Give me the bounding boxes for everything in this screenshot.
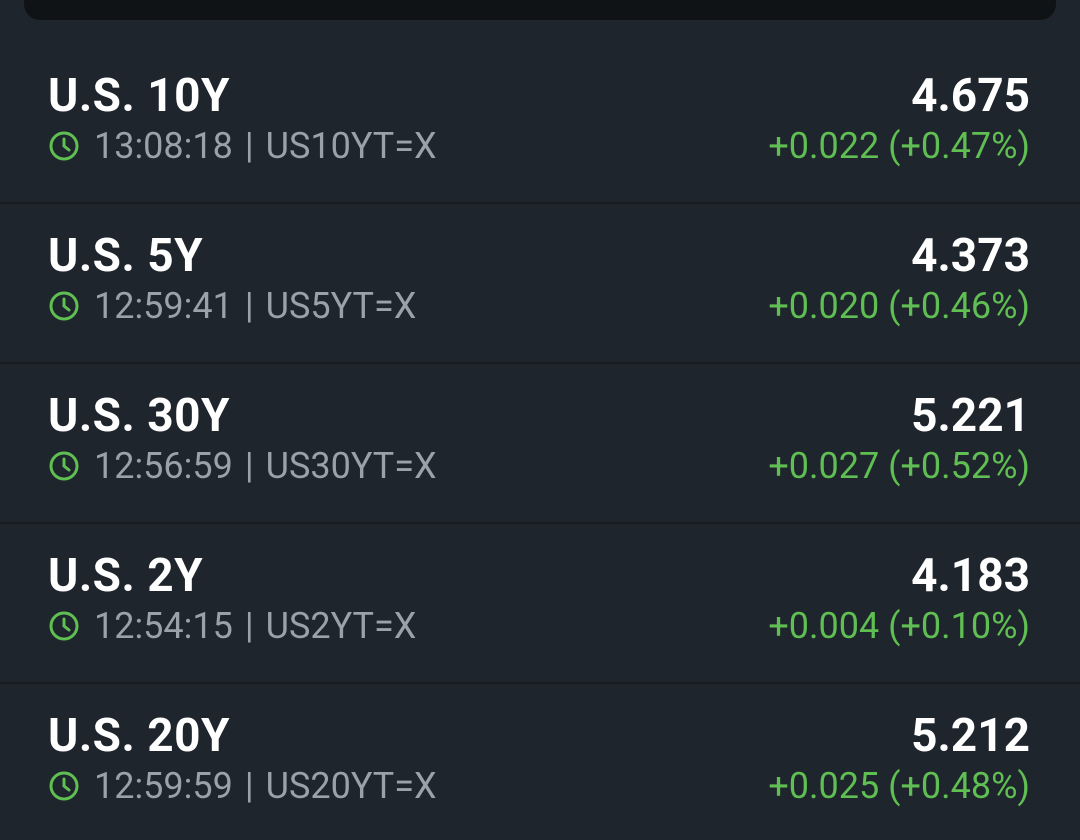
- quote-time: 12:59:59: [94, 765, 233, 807]
- quote-change: +0.020 (+0.46%): [768, 285, 1030, 327]
- quote-row[interactable]: U.S. 10Y 13:08:18 | US10YT=X 4.675 +0.02…: [0, 44, 1080, 204]
- quote-meta: 12:59:41 | US5YT=X: [48, 284, 416, 328]
- clock-icon: [49, 291, 79, 321]
- meta-separator: |: [244, 605, 254, 647]
- meta-separator: |: [244, 285, 254, 327]
- quote-name: U.S. 5Y: [48, 229, 204, 283]
- quote-row[interactable]: U.S. 30Y 12:56:59 | US30YT=X 5.221 +0.02…: [0, 364, 1080, 524]
- meta-separator: |: [244, 125, 254, 167]
- meta-separator: |: [244, 445, 254, 487]
- quote-change: +0.025 (+0.48%): [768, 765, 1030, 807]
- meta-separator: |: [244, 765, 254, 807]
- quote-time: 12:56:59: [94, 445, 233, 487]
- quote-change: +0.004 (+0.10%): [768, 605, 1030, 647]
- quote-symbol: US2YT=X: [265, 605, 417, 647]
- quote-price: 4.675: [911, 69, 1030, 123]
- clock-icon: [49, 611, 79, 641]
- quote-change: +0.027 (+0.52%): [768, 445, 1030, 487]
- clock-icon: [49, 451, 79, 481]
- quote-name: U.S. 10Y: [48, 69, 231, 123]
- clock-icon: [49, 771, 79, 801]
- header-card: [24, 0, 1056, 20]
- quote-meta: 12:56:59 | US30YT=X: [48, 444, 437, 488]
- quote-symbol: US5YT=X: [265, 285, 417, 327]
- watchlist-screen: U.S. 10Y 13:08:18 | US10YT=X 4.675 +0.02…: [0, 0, 1080, 840]
- quote-meta: 13:08:18 | US10YT=X: [48, 124, 437, 168]
- quote-symbol: US10YT=X: [265, 125, 437, 167]
- quote-time: 13:08:18: [94, 125, 233, 167]
- quote-name: U.S. 30Y: [48, 389, 231, 443]
- quote-meta: 12:59:59 | US20YT=X: [48, 764, 437, 808]
- quote-price: 4.183: [911, 549, 1030, 603]
- quote-row[interactable]: U.S. 5Y 12:59:41 | US5YT=X 4.373 +0.020 …: [0, 204, 1080, 364]
- quote-price: 4.373: [911, 229, 1030, 283]
- quote-row[interactable]: U.S. 20Y 12:59:59 | US20YT=X 5.212 +0.02…: [0, 684, 1080, 840]
- quote-price: 5.212: [911, 709, 1030, 763]
- quote-symbol: US30YT=X: [265, 445, 437, 487]
- clock-icon: [49, 131, 79, 161]
- quote-time: 12:54:15: [94, 605, 233, 647]
- quote-change: +0.022 (+0.47%): [768, 125, 1030, 167]
- quote-time: 12:59:41: [94, 285, 233, 327]
- quote-name: U.S. 20Y: [48, 709, 231, 763]
- quote-price: 5.221: [911, 389, 1030, 443]
- quote-symbol: US20YT=X: [265, 765, 437, 807]
- quote-row[interactable]: U.S. 2Y 12:54:15 | US2YT=X 4.183 +0.004 …: [0, 524, 1080, 684]
- quote-meta: 12:54:15 | US2YT=X: [48, 604, 416, 648]
- quote-name: U.S. 2Y: [48, 549, 204, 603]
- quote-list: U.S. 10Y 13:08:18 | US10YT=X 4.675 +0.02…: [0, 44, 1080, 840]
